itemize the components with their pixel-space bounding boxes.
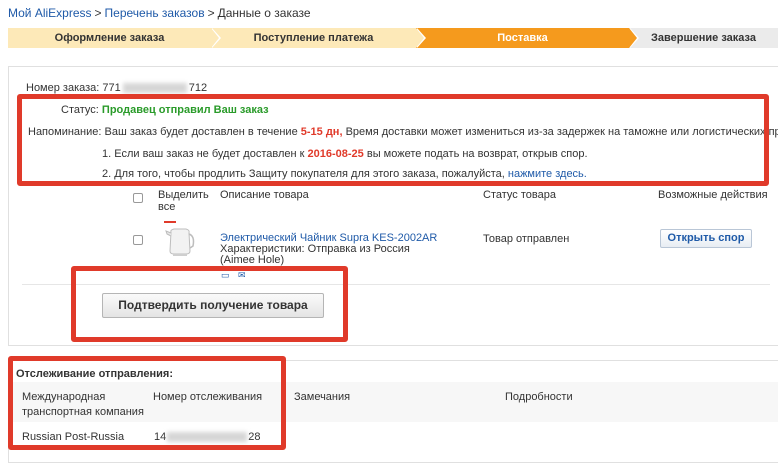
order-progress-steps: Оформление заказа Поступление платежа По… [8, 28, 778, 48]
step-shipping: Поставка [416, 28, 639, 48]
order-number-prefix: 771 [102, 82, 121, 94]
order-number: Номер заказа: 771 712 [26, 82, 207, 94]
order-number-suffix: 712 [188, 82, 208, 94]
column-description: Описание товара [220, 189, 309, 201]
tracking-col-details: Подробности [505, 391, 573, 403]
highlight-box-confirm [71, 266, 348, 342]
step-order-placed: Оформление заказа [8, 28, 221, 48]
open-dispute-button[interactable]: Открыть спор [660, 229, 752, 248]
breadcrumb-home-link[interactable]: Мой AliExpress [8, 6, 92, 20]
breadcrumb-separator: > [207, 6, 215, 20]
step-payment-received: Поступление платежа [211, 28, 426, 48]
breadcrumb: Мой AliExpress > Перечень заказов > Данные о… [8, 6, 311, 20]
breadcrumb-current: Данные о заказе [217, 6, 311, 20]
item-status: Товар отправлен [483, 233, 570, 245]
select-all-label: Выделить все [158, 189, 209, 213]
breadcrumb-orders-link[interactable]: Перечень заказов [105, 6, 205, 20]
column-item-status: Статус товара [483, 189, 556, 201]
kettle-thumbnail[interactable] [162, 220, 198, 258]
item-seller: (Aimee Hole) [220, 254, 285, 266]
highlight-box-status [17, 94, 769, 186]
highlight-box-tracking [8, 356, 286, 450]
item-checkbox[interactable] [133, 235, 143, 245]
order-number-label: Номер заказа: [26, 82, 100, 94]
select-all-checkbox[interactable] [133, 193, 143, 203]
breadcrumb-separator: > [94, 6, 102, 20]
step-order-completed: Завершение заказа [629, 28, 778, 48]
order-number-blurred [122, 83, 187, 94]
tracking-col-notes: Замечания [294, 391, 351, 403]
column-actions: Возможные действия [658, 189, 768, 201]
